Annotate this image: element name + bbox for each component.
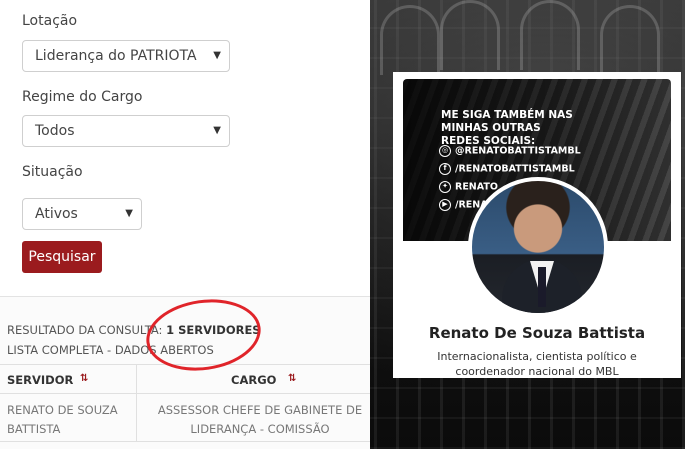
chevron-down-icon: ▼ <box>125 208 133 219</box>
profile-bio: Internacionalista, cientista político e … <box>437 350 637 378</box>
lotacao-label: Lotação <box>22 13 78 29</box>
regime-label: Regime do Cargo <box>22 89 143 105</box>
facebook-icon: f <box>439 163 451 175</box>
situacao-select[interactable]: Ativos ▼ <box>22 198 142 230</box>
profile-card: ME SIGA TAMBÉM NAS MINHAS OUTRAS REDES S… <box>393 72 681 378</box>
regime-value: Todos <box>35 123 75 139</box>
avatar <box>468 177 608 317</box>
instagram-icon: ◎ <box>439 145 451 157</box>
banner-heading: ME SIGA TAMBÉM NAS MINHAS OUTRAS REDES S… <box>441 109 573 147</box>
column-servidor[interactable]: SERVIDOR <box>7 373 73 387</box>
column-divider <box>136 364 137 441</box>
youtube-icon: ▶ <box>439 199 451 211</box>
cell-servidor: RENATO DE SOUZA BATTISTA <box>7 403 118 436</box>
situacao-label: Situação <box>22 164 83 180</box>
chevron-down-icon: ▼ <box>213 125 221 136</box>
lotacao-select[interactable]: Liderança do PATRIOTA ▼ <box>22 40 230 72</box>
search-form-panel: Lotação Liderança do PATRIOTA ▼ Regime d… <box>0 0 370 449</box>
cell-cargo: ASSESSOR CHEFE DE GABINETE DE LIDERANÇA … <box>157 403 363 436</box>
search-button[interactable]: Pesquisar <box>22 241 102 273</box>
chevron-down-icon: ▼ <box>213 50 221 61</box>
situacao-value: Ativos <box>35 206 78 222</box>
social-facebook[interactable]: f/RENATOBATTISTAMBL <box>439 163 575 175</box>
social-instagram[interactable]: ◎ @RENATOBATTISTAMBL <box>439 145 581 157</box>
sort-icon[interactable]: ⇅ <box>288 373 296 384</box>
twitter-icon: ✦ <box>439 181 451 193</box>
results-title-prefix: RESULTADO DA CONSULTA: <box>7 323 163 337</box>
column-cargo[interactable]: CARGO <box>231 373 276 387</box>
profile-name: Renato De Souza Battista <box>428 324 646 342</box>
regime-select[interactable]: Todos ▼ <box>22 115 230 147</box>
social-twitter[interactable]: ✦ RENATO <box>439 181 498 193</box>
lotacao-value: Liderança do PATRIOTA <box>35 48 197 64</box>
sort-icon[interactable]: ⇅ <box>80 373 88 384</box>
table-row-divider <box>0 441 370 442</box>
